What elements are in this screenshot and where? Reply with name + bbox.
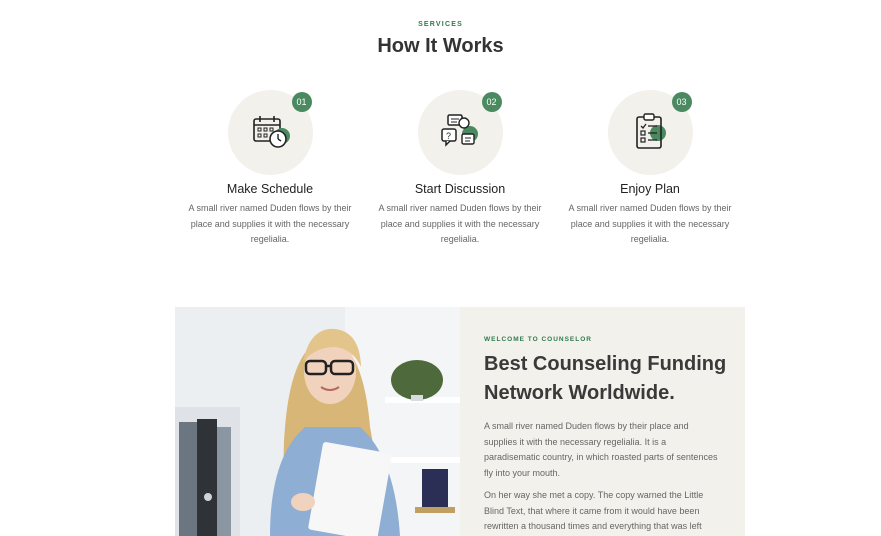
step-description: A small river named Duden flows by their… (188, 203, 352, 244)
step-number-badge: 03 (671, 92, 692, 112)
step-number-badge: 02 (481, 92, 502, 112)
section-title: How It Works (377, 35, 504, 57)
counselor-woman-illustration (175, 307, 460, 536)
about-paragraph-2: On her way she met a copy. The copy warn… (484, 490, 704, 531)
clipboard-checklist-icon (635, 113, 666, 149)
counselor-photo (175, 307, 460, 536)
step-card-enjoy-plan: 03 Enjoy Plan A small river named Duden … (555, 90, 745, 248)
step-title: Make Schedule (226, 182, 314, 196)
step-icon-circle: 03 (607, 90, 693, 175)
step-number-badge: 01 (291, 92, 312, 112)
chat-bubbles-icon: ? (440, 114, 478, 147)
calendar-icon (252, 116, 290, 148)
step-title: Enjoy Plan (620, 182, 680, 196)
about-kicker: WELCOME TO COUNSELOR (484, 336, 592, 343)
about-panel: WELCOME TO COUNSELOR Best Counseling Fun… (460, 307, 745, 536)
about-paragraph-1: A small river named Duden flows by their… (484, 421, 718, 478)
step-description: A small river named Duden flows by their… (568, 203, 732, 244)
services-eyebrow: SERVICES (418, 21, 463, 28)
step-icon-circle: ? 02 (417, 90, 503, 175)
step-icon-circle: 01 (227, 90, 313, 175)
about-heading: Best Counseling Funding Network Worldwid… (484, 353, 727, 404)
svg-text:?: ? (446, 131, 451, 141)
step-card-start-discussion: ? 02 Start Discussion A small river name… (365, 90, 555, 248)
step-title: Start Discussion (414, 182, 506, 196)
step-description: A small river named Duden flows by their… (378, 203, 542, 244)
step-card-make-schedule: 01 Make Schedule A small river named Dud… (175, 90, 365, 248)
